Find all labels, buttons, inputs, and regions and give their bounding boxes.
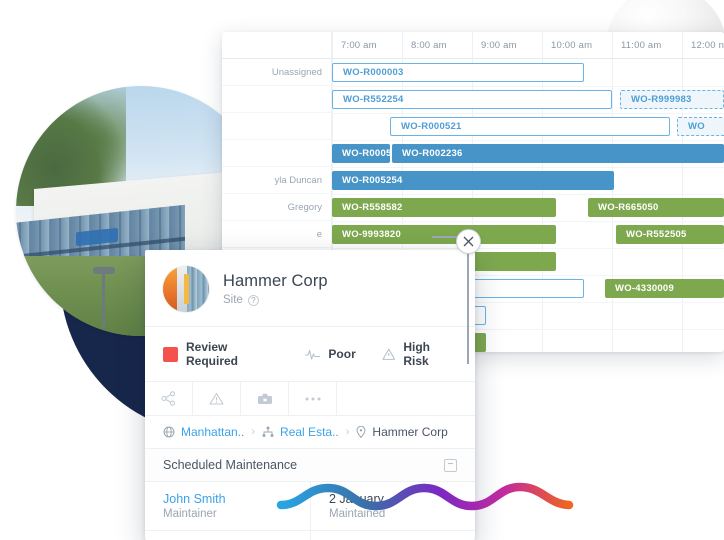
scheduler-header-corner (222, 32, 332, 58)
icon-bar-filler (337, 382, 475, 415)
detail-label: Maintainer (163, 508, 217, 520)
breadcrumb-link-0[interactable]: Manhattan.. (181, 425, 244, 439)
work-order-bar[interactable]: WO-R000521 (390, 117, 670, 136)
grid-horizontal-line (332, 140, 724, 141)
work-order-bar[interactable] (462, 279, 584, 298)
grid-horizontal-line (332, 86, 724, 87)
more-glyph (305, 397, 320, 400)
status-badge: Poor (305, 347, 356, 361)
work-order-bar[interactable]: WO-R558582 (332, 198, 556, 217)
grid-horizontal-line (332, 221, 724, 222)
warning-triangle-icon (382, 348, 395, 360)
detail-cell (310, 531, 475, 540)
work-order-bar[interactable]: WO-R552254 (332, 90, 612, 109)
scheduler-row-label: Gregory (222, 194, 331, 221)
scheduler-row-label: Unassigned (222, 59, 331, 86)
scheduler-row-label: yla Duncan (222, 167, 331, 194)
time-column-header: 8:00 am (402, 32, 472, 58)
red-square-icon (163, 346, 178, 362)
status-label: Poor (328, 347, 356, 361)
grid-horizontal-line (332, 167, 724, 168)
detail-cell: 6 November Maintenance start (145, 531, 310, 540)
time-column-header: 9:00 am (472, 32, 542, 58)
avatar (163, 266, 209, 312)
work-order-bar[interactable]: WO-R665050 (588, 198, 724, 217)
composition-stage: 15120 7:00 am8:00 am9:00 am10:00 am11:00… (0, 0, 724, 540)
photo-shrub (26, 308, 52, 326)
scheduler-row-label (222, 113, 331, 140)
page-title: Hammer Corp (223, 272, 328, 290)
pin-glyph (356, 426, 366, 438)
scheduler-row-label (222, 140, 331, 167)
help-icon[interactable]: ? (247, 294, 259, 306)
card-action-icon-bar (145, 382, 475, 416)
scheduler-time-columns: 7:00 am 8:00 am 9:00 am 10:00 am 11:00 am 12:… (332, 32, 724, 58)
status-badge: High Risk (382, 340, 457, 368)
scheduler-row-label (222, 86, 331, 113)
grid-horizontal-line (332, 248, 724, 249)
work-order-bar[interactable]: WO-R000003 (332, 63, 584, 82)
chevron-right-icon: › (251, 426, 256, 438)
work-order-bar[interactable]: WO-R00052 (332, 144, 390, 163)
globe-glyph (163, 426, 175, 438)
work-order-bar[interactable]: WO-9993820 (332, 225, 556, 244)
pulse-icon (305, 349, 321, 360)
time-column-header: 11:00 am (612, 32, 682, 58)
work-order-bar[interactable]: WO-R002236 (392, 144, 724, 163)
card-header: Hammer Corp Site ? (145, 250, 475, 326)
grid-horizontal-line (332, 113, 724, 114)
toolbox-glyph (257, 393, 272, 404)
collapse-toggle-icon[interactable]: − (444, 458, 457, 472)
warning-triangle-icon[interactable] (193, 382, 241, 415)
location-pin-icon (356, 426, 366, 438)
breadcrumb-current: Hammer Corp (372, 425, 448, 439)
close-icon[interactable] (456, 229, 481, 254)
card-subtitle-text: Site (223, 294, 243, 306)
more-options-icon[interactable] (289, 382, 337, 415)
share-glyph (161, 391, 176, 406)
warning-glyph (209, 392, 224, 405)
photo-lamppost (93, 267, 115, 328)
popup-connector-vertical (467, 248, 469, 364)
toolbox-icon[interactable] (241, 382, 289, 415)
chevron-right-icon: › (345, 426, 350, 438)
section-title: Scheduled Maintenance (163, 458, 298, 472)
status-badge-row: Review Required Poor High Risk (145, 326, 475, 382)
work-order-bar[interactable]: WO (677, 117, 724, 136)
detail-value[interactable]: John Smith (163, 492, 292, 506)
grid-horizontal-line (332, 194, 724, 195)
work-order-bar[interactable]: WO-4330009 (605, 279, 724, 298)
work-order-bar[interactable]: WO-R005254 (332, 171, 614, 190)
globe-icon (163, 426, 175, 438)
work-order-bar[interactable]: WO-R552505 (616, 225, 724, 244)
breadcrumb-link-1[interactable]: Real Esta.. (280, 425, 339, 439)
scheduler-row-label: e (222, 221, 331, 248)
gradient-wave-decoration (276, 482, 574, 511)
popup-connector-horizontal (432, 236, 458, 238)
hierarchy-icon (262, 426, 274, 438)
hierarchy-glyph (262, 426, 274, 437)
status-badge: Review Required (163, 340, 279, 368)
time-column-header: 12:00 nn (682, 32, 724, 58)
status-label: Review Required (186, 340, 239, 368)
time-column-header: 10:00 am (542, 32, 612, 58)
time-column-header: 7:00 am (332, 32, 402, 58)
close-glyph (463, 236, 474, 247)
share-icon[interactable] (145, 382, 193, 415)
scheduler-header: 7:00 am 8:00 am 9:00 am 10:00 am 11:00 am 12:… (222, 32, 724, 59)
status-label: High Risk (403, 340, 431, 368)
card-subtitle: Site ? (223, 294, 328, 306)
work-order-bar[interactable]: WO-R999983 (620, 90, 724, 109)
breadcrumb: Manhattan.. › Real Esta.. › Hammer Corp (145, 416, 475, 449)
